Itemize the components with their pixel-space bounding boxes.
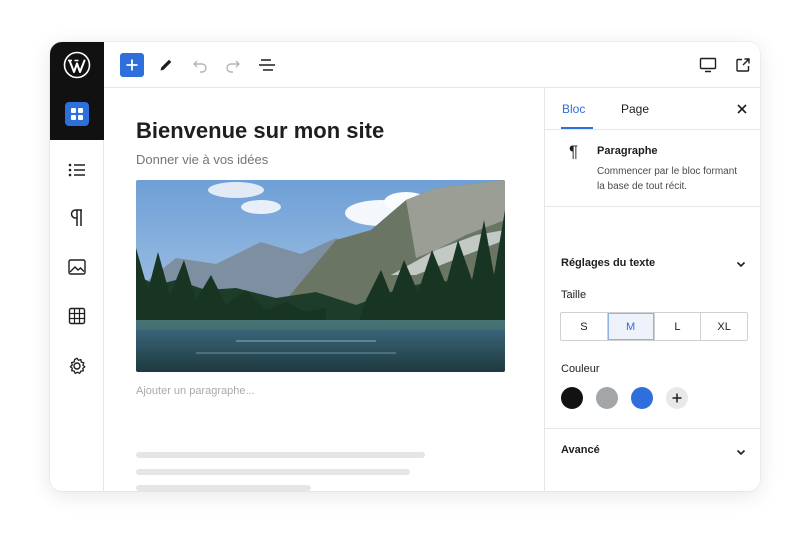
color-label: Couleur	[561, 363, 600, 375]
paragraph-icon	[70, 209, 82, 226]
size-option-s[interactable]: S	[561, 313, 608, 340]
view-site-button[interactable]	[731, 53, 755, 77]
editor-canvas: Bienvenue sur mon site Donner vie à vos …	[104, 88, 544, 491]
page-subtitle[interactable]: Donner vie à vos idées	[136, 152, 268, 167]
text-settings-toggle[interactable]	[735, 257, 747, 269]
text-settings-heading[interactable]: Réglages du texte	[561, 257, 655, 269]
chevron-down-icon	[736, 261, 746, 268]
rail-blocks-button[interactable]	[50, 88, 104, 140]
advanced-toggle[interactable]	[735, 445, 747, 457]
preview-button[interactable]	[696, 53, 720, 77]
list-icon	[68, 163, 85, 177]
list-view-icon	[259, 59, 275, 71]
divider	[545, 129, 760, 130]
size-label: Taille	[561, 289, 587, 301]
edit-tool-button[interactable]	[154, 53, 178, 77]
close-icon	[737, 104, 747, 114]
undo-button[interactable]	[188, 53, 212, 77]
settings-sidebar: Bloc Page ¶ Paragraphe Commencer par le …	[544, 88, 760, 491]
size-picker: S M L XL	[560, 312, 748, 341]
hero-image[interactable]	[136, 180, 505, 372]
wordpress-logo-icon	[63, 51, 91, 79]
text-line-placeholder	[136, 485, 311, 491]
blocks-grid-icon	[65, 102, 89, 126]
plus-icon	[672, 393, 682, 403]
mountain-lake-image	[136, 180, 505, 372]
pen-icon	[160, 59, 172, 71]
undo-icon	[193, 60, 207, 73]
redo-icon	[226, 60, 240, 73]
rail-paragraph-button[interactable]	[50, 203, 104, 233]
redo-button[interactable]	[221, 53, 245, 77]
divider	[545, 206, 760, 207]
wordpress-logo[interactable]	[50, 42, 104, 88]
size-option-xl[interactable]: XL	[701, 313, 747, 340]
table-icon	[68, 307, 86, 325]
image-icon	[68, 259, 86, 275]
tab-bloc[interactable]: Bloc	[562, 102, 585, 116]
plus-icon	[126, 59, 138, 71]
list-view-button[interactable]	[255, 53, 279, 77]
text-line-placeholder	[136, 452, 425, 458]
rail-settings-button[interactable]	[50, 351, 104, 381]
rail-table-button[interactable]	[50, 301, 104, 331]
add-color-button[interactable]	[666, 387, 688, 409]
chevron-down-icon	[736, 449, 746, 456]
divider	[545, 428, 760, 429]
paragraph-block-icon: ¶	[569, 142, 579, 161]
advanced-heading[interactable]: Avancé	[561, 444, 600, 456]
add-block-button[interactable]	[120, 53, 144, 77]
desktop-preview-icon	[699, 57, 717, 73]
close-sidebar-button[interactable]	[735, 102, 749, 116]
color-swatch-black[interactable]	[561, 387, 583, 409]
editor-window: Bienvenue sur mon site Donner vie à vos …	[50, 42, 760, 491]
block-name: Paragraphe	[597, 145, 658, 157]
size-option-m[interactable]: M	[607, 313, 655, 340]
tab-page[interactable]: Page	[621, 102, 649, 116]
left-rail	[50, 42, 104, 491]
top-toolbar	[104, 42, 760, 88]
rail-list-button[interactable]	[50, 155, 104, 185]
settings-icon	[69, 357, 86, 375]
color-swatch-blue[interactable]	[631, 387, 653, 409]
block-description: Commencer par le bloc formant la base de…	[597, 166, 738, 192]
color-swatch-gray[interactable]	[596, 387, 618, 409]
text-line-placeholder	[136, 469, 410, 475]
size-option-l[interactable]: L	[655, 313, 702, 340]
external-link-icon	[736, 58, 750, 72]
rail-image-button[interactable]	[50, 252, 104, 282]
paragraph-placeholder[interactable]: Ajouter un paragraphe...	[136, 385, 255, 397]
page-title[interactable]: Bienvenue sur mon site	[136, 118, 384, 144]
